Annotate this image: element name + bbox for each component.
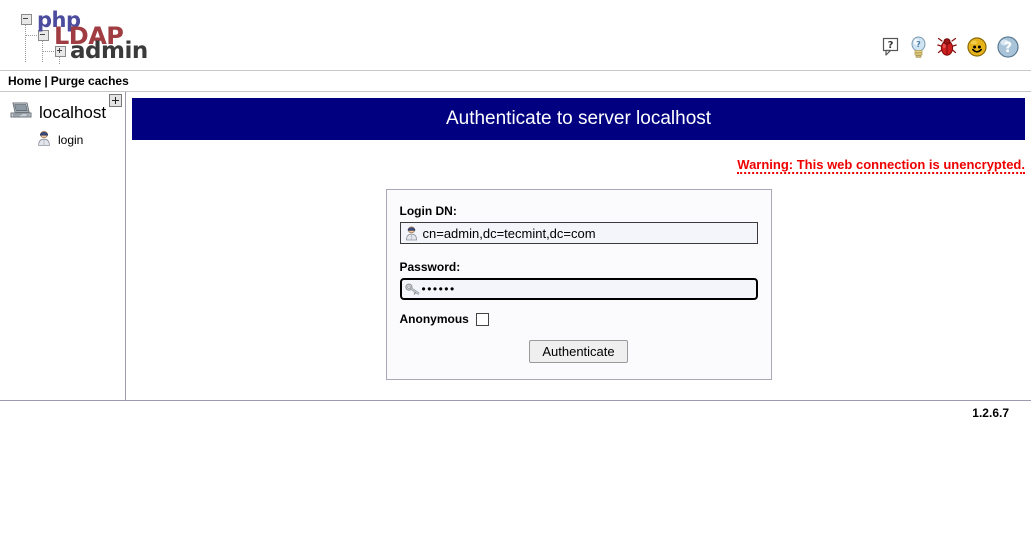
submit-row: Authenticate xyxy=(400,340,758,363)
breadcrumb-nav: Home | Purge caches xyxy=(0,70,1031,92)
login-dn-label: Login DN: xyxy=(399,204,457,218)
version-label: 1.2.6.7 xyxy=(972,406,1009,420)
phpldapadmin-logo: php LDAP admin xyxy=(10,8,148,64)
anonymous-label: Anonymous xyxy=(399,312,469,326)
page-body: localhost login Authenticate to server l… xyxy=(0,92,1031,401)
question-bubble-icon[interactable]: ? xyxy=(882,37,900,57)
page-footer: 1.2.6.7 xyxy=(0,401,1031,420)
login-dn-input[interactable] xyxy=(399,222,758,244)
nav-purge-caches-link[interactable]: Purge caches xyxy=(51,74,129,88)
sidebar-item-localhost[interactable]: localhost xyxy=(0,98,125,124)
svg-text:?: ? xyxy=(1004,40,1012,56)
page-header: php LDAP admin ? ? ? xyxy=(0,0,1031,70)
anonymous-checkbox[interactable] xyxy=(475,312,489,326)
logo-tree-dash xyxy=(43,51,54,53)
lightbulb-icon[interactable]: ? xyxy=(910,36,927,58)
unencrypted-warning: Warning: This web connection is unencryp… xyxy=(737,157,1025,174)
sidebar-server-label: localhost xyxy=(39,103,107,122)
logo-tree-line xyxy=(59,56,61,64)
authenticate-button[interactable]: Authenticate xyxy=(529,340,628,363)
svg-text:?: ? xyxy=(916,40,921,49)
server-computer-icon xyxy=(10,102,32,124)
question-ball-icon[interactable]: ? xyxy=(997,36,1019,58)
header-icon-bar: ? ? ? xyxy=(882,36,1019,58)
logo-tree-dash xyxy=(26,35,37,37)
login-dn-row xyxy=(399,222,758,244)
password-row: •••••• xyxy=(399,278,758,300)
anonymous-row: Anonymous xyxy=(400,312,758,326)
page-title-bar: Authenticate to server localhost xyxy=(132,98,1025,140)
main-content: Authenticate to server localhost Warning… xyxy=(126,92,1031,401)
smiley-icon[interactable] xyxy=(967,37,987,57)
server-tree-sidebar: localhost login xyxy=(0,92,126,401)
svg-text:?: ? xyxy=(888,40,894,51)
logo-text-admin: admin xyxy=(70,38,148,64)
authenticate-form: Login DN: Password: xyxy=(385,189,772,380)
sidebar-login-label: login xyxy=(58,132,84,147)
password-label: Password: xyxy=(399,260,461,274)
bug-icon[interactable] xyxy=(937,37,957,57)
nav-home-link[interactable]: Home xyxy=(8,74,41,88)
password-input[interactable] xyxy=(399,278,758,300)
page-title: Authenticate to server localhost xyxy=(445,108,712,129)
collapse-box-icon xyxy=(21,14,32,25)
user-login-icon xyxy=(36,130,52,149)
logo-tree-line xyxy=(25,24,27,62)
nav-separator: | xyxy=(44,74,48,88)
sidebar-item-login[interactable]: login xyxy=(0,124,125,149)
expand-tree-button[interactable] xyxy=(109,94,122,107)
